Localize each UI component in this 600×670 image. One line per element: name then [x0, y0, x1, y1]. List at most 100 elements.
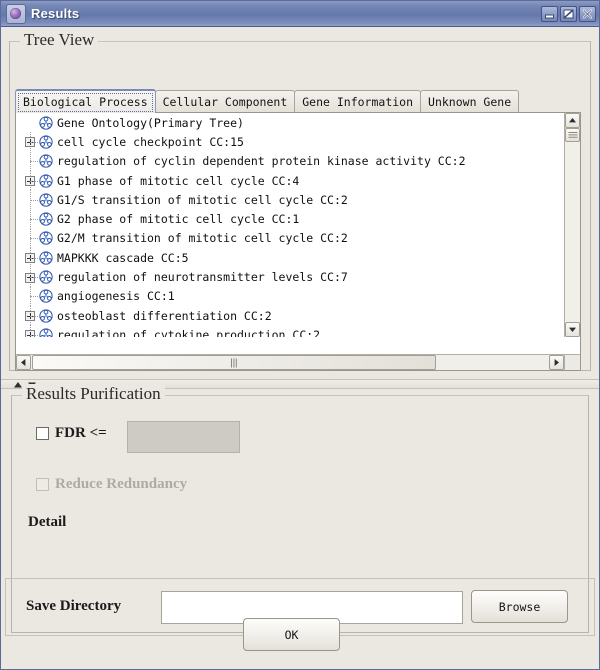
tree-row[interactable]: regulation of cyclin dependent protein k…: [16, 151, 564, 171]
scroll-left-button[interactable]: [16, 355, 31, 370]
minimize-button[interactable]: [541, 5, 558, 22]
tree-row[interactable]: cell cycle checkpoint CC:15: [16, 132, 564, 152]
ok-button[interactable]: OK: [243, 618, 340, 651]
tree-row[interactable]: regulation of cytokine production CC:2: [16, 325, 564, 337]
tree-node-label: regulation of cyclin dependent protein k…: [57, 154, 466, 169]
results-app-icon: [6, 3, 26, 24]
tree-node-label: G1 phase of mitotic cell cycle CC:4: [57, 173, 300, 188]
tree-indent: [22, 132, 39, 152]
scroll-grip-icon: [568, 132, 577, 138]
scroll-up-button[interactable]: [565, 113, 580, 128]
tree-expand-toggle-icon[interactable]: [25, 272, 35, 283]
browse-button[interactable]: Browse: [471, 590, 568, 623]
tree-indent: [22, 171, 39, 191]
ontology-node-icon: [39, 173, 53, 188]
window-titlebar: Results: [1, 1, 599, 27]
scroll-thumb[interactable]: [565, 128, 580, 142]
browse-button-label: Browse: [498, 599, 541, 614]
ontology-node-icon: [39, 289, 53, 303]
scrollbar-corner: [564, 354, 580, 370]
tree-node-label: G1/S transition of mitotic cell cycle CC…: [57, 192, 348, 207]
tree-node-label: G2/M transition of mitotic cell cycle CC…: [57, 231, 348, 246]
tree-node-label: angiogenesis CC:1: [57, 289, 175, 304]
tree-indent: [22, 151, 39, 171]
maximize-icon: [563, 9, 574, 18]
ontology-node-icon: [39, 251, 53, 265]
reduce-redundancy-checkbox[interactable]: [36, 478, 49, 491]
tree-row[interactable]: angiogenesis CC:1: [16, 286, 564, 306]
reduce-redundancy-label: Reduce Redundancy: [55, 476, 188, 492]
detail-label: Detail: [28, 514, 67, 530]
tree-node-label: MAPKKK cascade CC:5: [57, 250, 189, 265]
tree-node-label: osteoblast differentiation CC:2: [57, 308, 272, 323]
scroll-down-button[interactable]: [565, 322, 580, 337]
tree-expand-toggle-icon[interactable]: [25, 311, 35, 322]
tree-row[interactable]: G2/M transition of mitotic cell cycle CC…: [16, 228, 564, 248]
scroll-grip-icon: [231, 358, 237, 367]
fdr-checkbox-row[interactable]: FDR <=: [36, 425, 107, 442]
tree-expand-toggle-icon[interactable]: [25, 330, 35, 337]
tab-label: Biological Process: [23, 95, 148, 109]
ok-button-label: OK: [284, 627, 299, 642]
fdr-label: FDR <=: [55, 425, 107, 441]
ontology-node-icon: [39, 154, 53, 168]
tree-view-caption: Tree View: [20, 30, 99, 50]
tree-node-label: Gene Ontology(Primary Tree): [57, 115, 244, 130]
tree-row[interactable]: osteoblast differentiation CC:2: [16, 306, 564, 326]
ontology-node-icon: [39, 135, 53, 149]
tree-vertical-scrollbar[interactable]: [564, 113, 580, 337]
ontology-node-icon: [39, 193, 53, 207]
tab-label: Gene Information: [302, 95, 414, 109]
close-button[interactable]: [579, 5, 596, 22]
tree-expand-toggle-icon[interactable]: [25, 137, 35, 148]
tab-biological-process[interactable]: Biological Process: [15, 89, 156, 113]
ontology-node-icon: [39, 231, 53, 246]
tree-indent: [22, 325, 39, 337]
tree-row[interactable]: MAPKKK cascade CC:5: [16, 248, 564, 268]
ontology-node-icon: [39, 115, 53, 130]
tab-gene-information[interactable]: Gene Information: [294, 90, 422, 113]
tree-expand-toggle-icon[interactable]: [25, 253, 35, 264]
tree-row[interactable]: G1 phase of mitotic cell cycle CC:4: [16, 171, 564, 191]
tree-row[interactable]: regulation of neurotransmitter levels CC…: [16, 267, 564, 287]
minimize-icon: [545, 14, 554, 18]
tree-node-label: regulation of neurotransmitter levels CC…: [57, 270, 348, 285]
tree-node-label: G2 phase of mitotic cell cycle CC:1: [57, 212, 300, 227]
chevron-down-icon: [569, 327, 576, 332]
fdr-value-input[interactable]: [127, 421, 240, 453]
maximize-button[interactable]: [560, 5, 577, 22]
tree-node-label: cell cycle checkpoint CC:15: [57, 134, 244, 149]
tree-indent: [22, 190, 39, 210]
close-icon: [582, 8, 593, 19]
tree-scroll-pane: Gene Ontology(Primary Tree) cell cycle c…: [15, 112, 581, 371]
scroll-thumb[interactable]: [32, 355, 436, 370]
tab-label: Unknown Gene: [428, 95, 512, 109]
fdr-checkbox[interactable]: [36, 427, 49, 440]
tree-indent: [22, 286, 39, 306]
tree-row[interactable]: G2 phase of mitotic cell cycle CC:1: [16, 209, 564, 229]
reduce-redundancy-checkbox-row[interactable]: Reduce Redundancy: [36, 476, 187, 493]
scroll-right-button[interactable]: [549, 355, 564, 370]
tree-node-label: regulation of cytokine production CC:2: [57, 327, 321, 337]
tree-horizontal-scrollbar[interactable]: [16, 354, 564, 370]
ontology-node-icon: [39, 212, 53, 226]
chevron-left-icon: [21, 359, 26, 366]
tree-expand-toggle-icon[interactable]: [25, 176, 35, 187]
ontology-node-icon: [39, 270, 53, 284]
tree-row[interactable]: G1/S transition of mitotic cell cycle CC…: [16, 190, 564, 210]
save-directory-label: Save Directory: [26, 598, 122, 614]
tab-label: Cellular Component: [162, 95, 288, 109]
gene-ontology-tree[interactable]: Gene Ontology(Primary Tree) cell cycle c…: [16, 113, 564, 337]
tree-indent: [22, 228, 39, 248]
chevron-right-icon: [554, 359, 559, 366]
tree-row[interactable]: Gene Ontology(Primary Tree): [16, 113, 564, 132]
tab-unknown-gene[interactable]: Unknown Gene: [420, 90, 520, 113]
window-title: Results: [31, 6, 80, 21]
tab-strip: Biological Process Cellular Component Ge…: [15, 89, 581, 113]
chevron-up-icon: [569, 118, 576, 123]
results-window: Results Tree View Biological Process Cel…: [0, 0, 600, 670]
tree-indent: [22, 248, 39, 268]
tree-indent: [22, 267, 39, 287]
tree-indent: [22, 306, 39, 326]
tab-cellular-component[interactable]: Cellular Component: [154, 90, 296, 113]
